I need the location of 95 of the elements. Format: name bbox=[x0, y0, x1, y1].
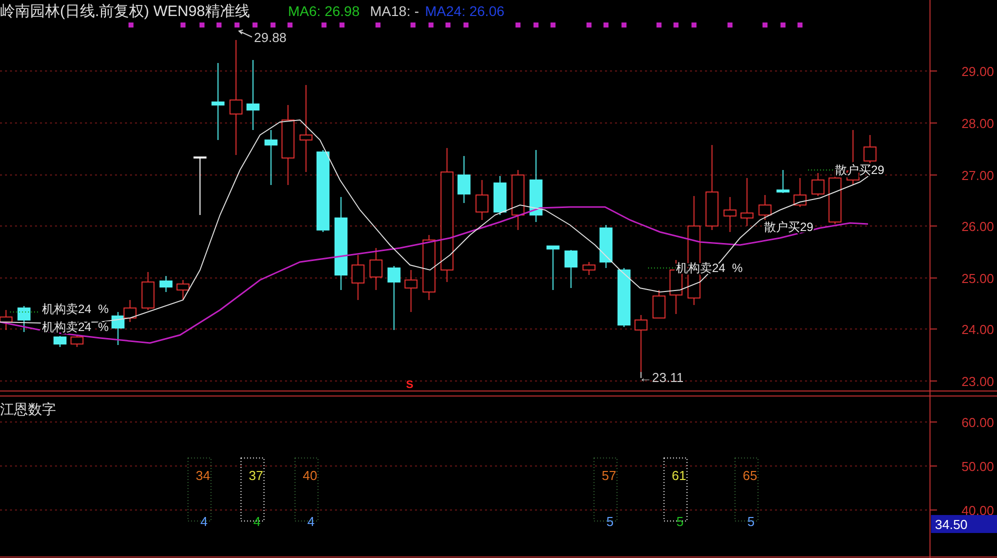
candlestick bbox=[246, 60, 260, 130]
candlestick bbox=[194, 156, 206, 216]
signal-marker bbox=[180, 22, 186, 28]
candlestick bbox=[776, 170, 790, 194]
candlestick bbox=[600, 224, 612, 268]
current-value-tag bbox=[931, 515, 997, 533]
price-axis-label: 26.00 bbox=[961, 219, 994, 234]
signal-marker bbox=[550, 22, 556, 28]
candlestick bbox=[740, 178, 754, 226]
signal-label: 散户买29 bbox=[764, 220, 814, 234]
gann-number: 65 bbox=[742, 468, 758, 483]
candlestick bbox=[458, 156, 470, 204]
gann-number: 34 bbox=[196, 468, 210, 483]
candlestick bbox=[370, 248, 382, 290]
signal-marker bbox=[216, 22, 222, 28]
signal-marker bbox=[322, 22, 326, 28]
signal-marker bbox=[674, 22, 678, 28]
candlestick bbox=[794, 178, 806, 208]
signal-marker bbox=[516, 22, 520, 28]
legend-label: MA18: - bbox=[370, 3, 420, 19]
signal-marker bbox=[340, 22, 344, 28]
gann-number: 37 bbox=[248, 468, 264, 483]
signal-marker bbox=[200, 22, 204, 28]
price-axis-label: 29.00 bbox=[961, 64, 994, 79]
signal-marker bbox=[410, 22, 416, 28]
candlestick bbox=[476, 180, 488, 220]
candlestick bbox=[70, 336, 84, 348]
candlestick bbox=[512, 170, 524, 230]
signal-marker bbox=[534, 22, 538, 28]
candlestick bbox=[618, 268, 630, 328]
price-axis-label: 25.00 bbox=[961, 271, 994, 286]
candlestick bbox=[652, 290, 666, 318]
signal-letter: S bbox=[406, 379, 414, 391]
chart-title: 岭南园林(日线.前复权) WEN98精准线 bbox=[0, 3, 250, 20]
legend-label: MA24: 26.06 bbox=[425, 3, 504, 19]
candlestick bbox=[160, 276, 172, 292]
candlestick bbox=[724, 196, 736, 232]
candlestick bbox=[142, 272, 154, 310]
indicator-axis-label: 60.00 bbox=[961, 415, 994, 430]
gann-number: 5 bbox=[606, 514, 614, 529]
signal-marker bbox=[376, 22, 380, 28]
signal-marker bbox=[128, 22, 134, 28]
signal-marker bbox=[464, 22, 468, 28]
candlestick bbox=[758, 194, 772, 222]
candlestick bbox=[264, 130, 278, 186]
signal-marker bbox=[288, 22, 292, 28]
indicator-axis-label: 50.00 bbox=[961, 459, 994, 474]
signal-marker bbox=[656, 22, 662, 28]
signal-marker bbox=[586, 22, 592, 28]
current-value-label: 34.50 bbox=[935, 517, 968, 532]
gann-number: 61 bbox=[672, 468, 686, 483]
candlestick bbox=[582, 262, 596, 276]
high-price-label: 29.88 bbox=[254, 30, 287, 45]
candlestick bbox=[54, 336, 66, 348]
price-axis-label: 27.00 bbox=[961, 168, 994, 183]
gann-number: 4 bbox=[200, 514, 208, 529]
gann-number: 5 bbox=[747, 514, 755, 529]
signal-label: 机构卖24 % bbox=[42, 302, 109, 316]
signal-label: 机构卖24 % bbox=[42, 320, 109, 334]
candlestick bbox=[388, 266, 400, 330]
gann-number: 57 bbox=[602, 468, 616, 483]
signal-marker bbox=[428, 22, 434, 28]
signal-marker bbox=[762, 22, 768, 28]
candlestick bbox=[422, 234, 436, 300]
signal-marker bbox=[234, 22, 240, 28]
signal-marker bbox=[622, 22, 626, 28]
signal-marker bbox=[252, 22, 258, 28]
gann-number: 4 bbox=[307, 514, 315, 529]
signal-marker bbox=[446, 22, 450, 28]
price-axis-label: 23.00 bbox=[961, 374, 994, 389]
candlestick bbox=[494, 176, 506, 216]
candlestick bbox=[864, 134, 876, 166]
candlestick bbox=[812, 172, 824, 196]
gann-number: 4 bbox=[253, 514, 261, 529]
candlestick bbox=[18, 306, 30, 332]
price-axis-label: 28.00 bbox=[961, 116, 994, 131]
gann-number: 5 bbox=[676, 514, 684, 529]
signal-marker bbox=[728, 22, 732, 28]
signal-marker bbox=[798, 22, 802, 28]
legend-label: MA6: 26.98 bbox=[288, 3, 360, 19]
candlestick bbox=[352, 254, 364, 300]
signal-marker bbox=[604, 22, 608, 28]
arrow-line bbox=[238, 30, 252, 38]
price-axis-label: 24.00 bbox=[961, 322, 994, 337]
panel-title: 江恩数字 bbox=[0, 401, 56, 417]
gann-number: 40 bbox=[302, 468, 318, 483]
candlestick bbox=[404, 270, 418, 312]
signal-marker bbox=[692, 22, 696, 28]
low-price-label: ←23.11 bbox=[639, 370, 684, 385]
indicator-axis-label: 40.00 bbox=[961, 503, 994, 518]
signal-marker bbox=[780, 22, 786, 28]
candlestick bbox=[564, 250, 578, 288]
candlestick bbox=[546, 246, 560, 290]
signal-marker bbox=[270, 22, 276, 28]
candlestick bbox=[176, 280, 190, 300]
